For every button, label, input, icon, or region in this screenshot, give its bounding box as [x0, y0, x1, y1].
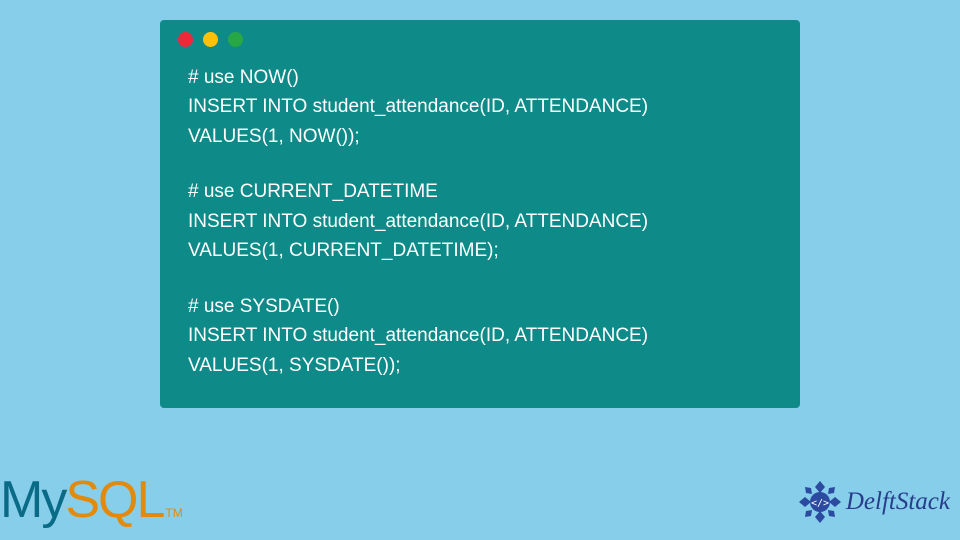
mysql-logo: MySQLTM [0, 470, 183, 530]
code-line: # use CURRENT_DATETIME [188, 177, 772, 206]
code-line: VALUES(1, SYSDATE()); [188, 351, 772, 380]
delftstack-emblem-icon: </> [798, 480, 842, 524]
code-line: # use NOW() [188, 63, 772, 92]
minimize-dot-icon [203, 32, 218, 47]
code-block: # use CURRENT_DATETIME INSERT INTO stude… [188, 177, 772, 265]
code-line: # use SYSDATE() [188, 292, 772, 321]
code-window: # use NOW() INSERT INTO student_attendan… [160, 20, 800, 408]
code-body: # use NOW() INSERT INTO student_attendan… [160, 55, 800, 390]
code-line: INSERT INTO student_attendance(ID, ATTEN… [188, 321, 772, 350]
code-line: INSERT INTO student_attendance(ID, ATTEN… [188, 92, 772, 121]
code-line: VALUES(1, NOW()); [188, 122, 772, 151]
delftstack-logo-text: DelftStack [846, 488, 950, 516]
maximize-dot-icon [228, 32, 243, 47]
delftstack-logo: </> DelftStack [798, 480, 950, 524]
mysql-logo-sql: SQL [65, 470, 163, 530]
svg-text:</>: </> [811, 498, 829, 509]
close-dot-icon [178, 32, 193, 47]
code-block: # use SYSDATE() INSERT INTO student_atte… [188, 292, 772, 380]
code-line: INSERT INTO student_attendance(ID, ATTEN… [188, 207, 772, 236]
mysql-logo-tm: TM [165, 506, 182, 520]
mysql-logo-my: My [0, 470, 65, 530]
code-line: VALUES(1, CURRENT_DATETIME); [188, 236, 772, 265]
window-title-bar [160, 20, 800, 55]
code-block: # use NOW() INSERT INTO student_attendan… [188, 63, 772, 151]
